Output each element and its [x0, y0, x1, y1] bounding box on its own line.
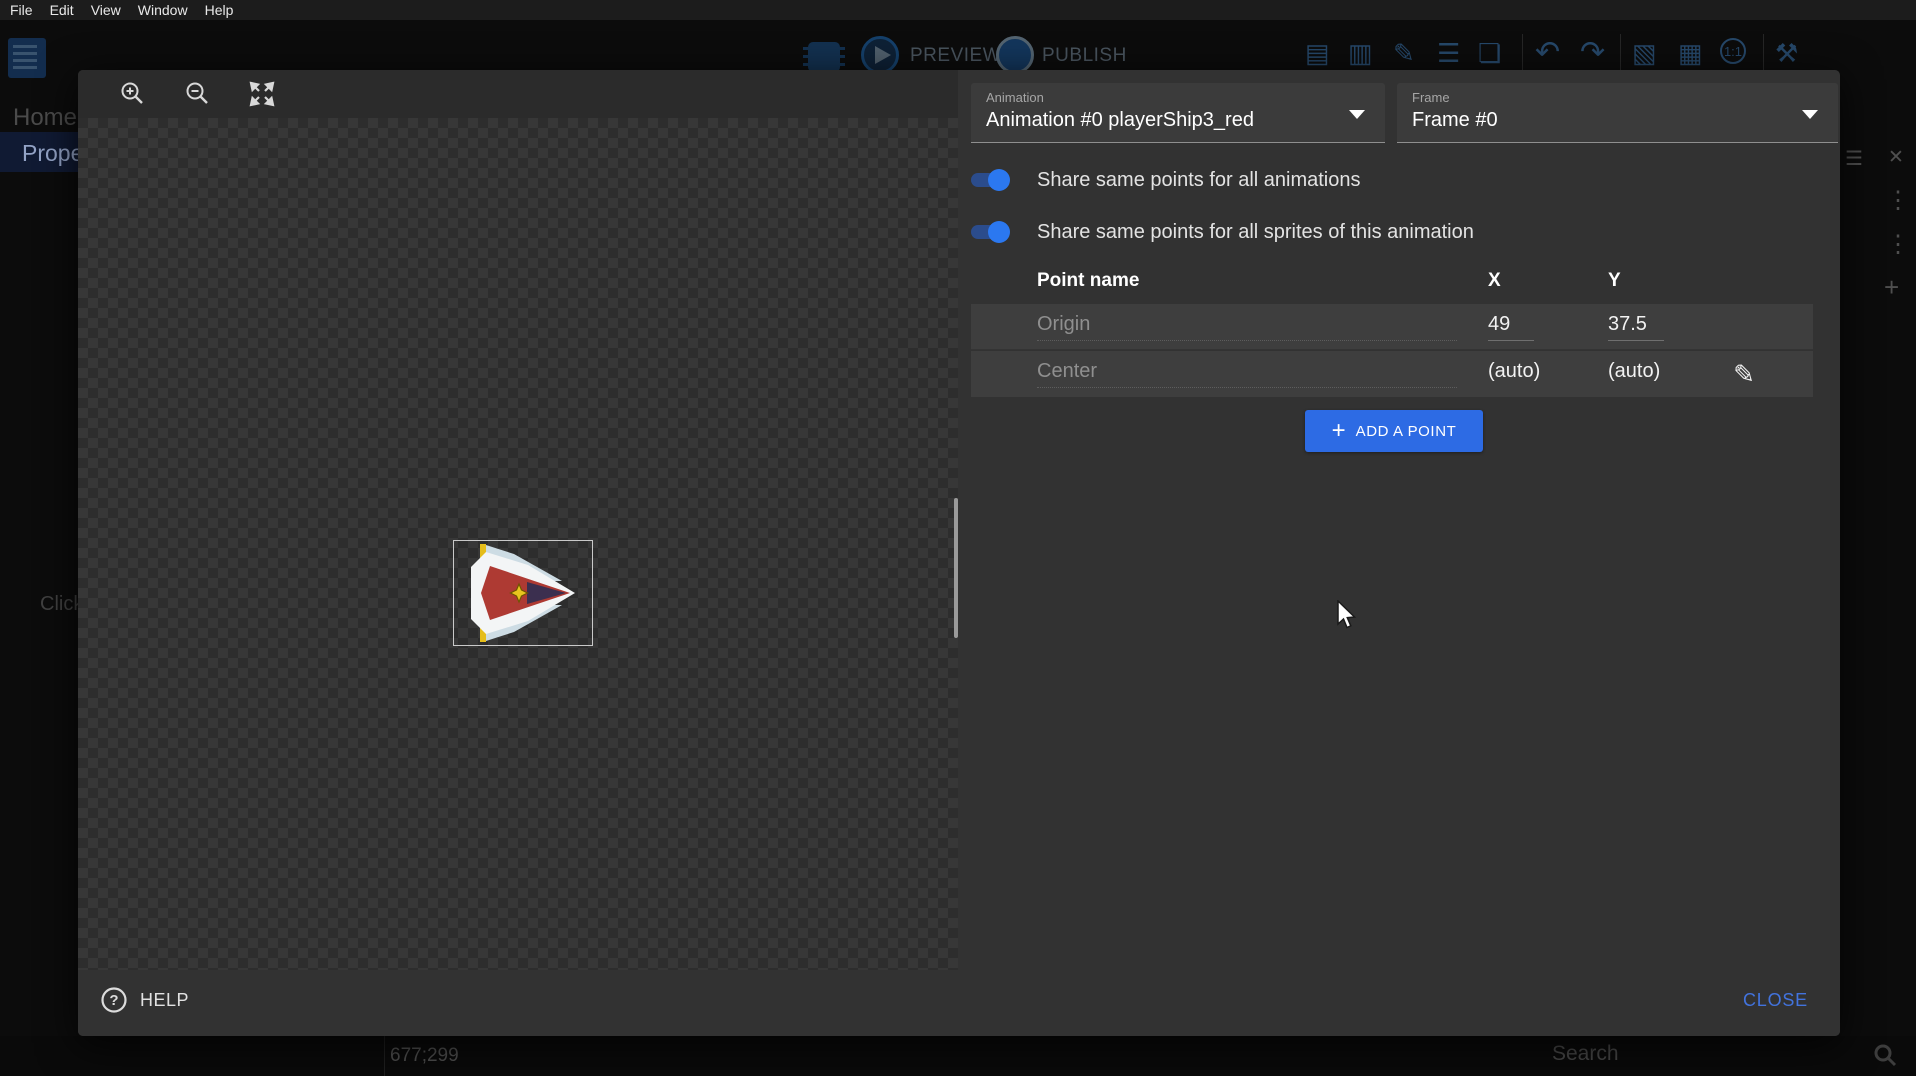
edit-point-pencil-icon[interactable]: ✎: [1729, 359, 1759, 389]
statusbar-divider: [384, 1036, 385, 1076]
close-panel-icon: ✕: [1888, 146, 1904, 169]
share-points-sprites-toggle[interactable]: [971, 225, 1007, 239]
column-y: Y: [1608, 270, 1621, 292]
app-window: File Edit View Window Help Home Proper C…: [0, 0, 1916, 1076]
chevron-down-icon: [1802, 110, 1818, 119]
toolbar-separator: [1620, 34, 1621, 74]
share-points-sprites-row: Share same points for all sprites of thi…: [971, 214, 1474, 250]
layers-icon: ❏: [1478, 38, 1501, 68]
debug-icon: [808, 42, 840, 72]
share-points-animations-row: Share same points for all animations: [971, 162, 1361, 198]
new-object-icon: ▤: [1305, 38, 1330, 68]
wrench-icon: ⚒: [1775, 38, 1798, 68]
animation-select[interactable]: Animation Animation #0 playerShip3_red: [971, 83, 1385, 143]
add-a-point-label: ADD A POINT: [1356, 423, 1457, 440]
player-ship-sprite: [454, 541, 592, 645]
share-points-sprites-label: Share same points for all sprites of thi…: [1037, 221, 1474, 244]
mask-icon: ▧: [1632, 38, 1657, 68]
svg-text:?: ?: [109, 992, 118, 1009]
chevron-down-icon: [1349, 110, 1365, 119]
help-icon: ?: [100, 986, 128, 1014]
menu-view[interactable]: View: [91, 2, 121, 18]
point-x-field: (auto): [1488, 360, 1540, 387]
help-label: HELP: [140, 990, 189, 1011]
frame-select[interactable]: Frame Frame #0: [1397, 83, 1838, 143]
frame-select-label: Frame: [1412, 90, 1450, 105]
point-name-field: Origin: [1037, 313, 1457, 341]
menu-window[interactable]: Window: [138, 2, 188, 18]
more-options-icon: ⋮: [1886, 230, 1910, 259]
preview-button: PREVIEW: [910, 45, 1001, 67]
points-panel: Animation Animation #0 playerShip3_red F…: [958, 70, 1840, 970]
add-object-icon: ▥: [1348, 38, 1373, 68]
toolbar-separator: [1522, 34, 1523, 74]
dialog-bottom-bar: ? HELP CLOSE: [78, 970, 1840, 1036]
cursor-coordinates: 677;299: [390, 1045, 459, 1067]
sprite-selection-box[interactable]: [453, 540, 593, 646]
plus-icon: +: [1332, 420, 1346, 442]
filter-icon: ☰: [1845, 146, 1863, 171]
toggle-knob: [988, 169, 1010, 191]
grid-icon: ▦: [1678, 38, 1703, 68]
edit-object-icon: ✎: [1393, 38, 1415, 68]
canvas-toolbar: [78, 70, 958, 118]
publish-globe-icon: [996, 36, 1034, 74]
toggle-knob: [988, 221, 1010, 243]
share-points-animations-label: Share same points for all animations: [1037, 169, 1361, 192]
column-point-name: Point name: [1037, 270, 1139, 292]
zoom-in-button[interactable]: [118, 80, 146, 108]
add-panel-icon: +: [1884, 272, 1899, 303]
sprite-canvas[interactable]: [78, 118, 958, 970]
menu-edit[interactable]: Edit: [50, 2, 74, 18]
project-manager-icon: [8, 38, 46, 78]
tab-properties: Proper: [0, 132, 78, 172]
zoom-ratio-icon: 1:1: [1720, 38, 1746, 64]
point-y-field: (auto): [1608, 360, 1664, 387]
frame-select-value: Frame #0: [1412, 109, 1498, 132]
fit-to-screen-button[interactable]: [248, 80, 276, 108]
properties-hint-text: Click: [40, 593, 83, 616]
point-x-field[interactable]: 49: [1488, 313, 1534, 341]
instances-list-icon: ☰: [1437, 38, 1460, 68]
add-a-point-button[interactable]: + ADD A POINT: [1305, 410, 1483, 452]
menu-bar: File Edit View Window Help: [0, 0, 1916, 20]
table-row-center[interactable]: Center (auto) (auto) ✎: [971, 351, 1813, 397]
table-row-origin[interactable]: Origin 49 37.5: [971, 304, 1813, 350]
publish-button: PUBLISH: [1042, 45, 1127, 67]
point-name-field: Center: [1037, 360, 1457, 388]
column-x: X: [1488, 270, 1501, 292]
point-y-field[interactable]: 37.5: [1608, 313, 1664, 341]
menu-help[interactable]: Help: [205, 2, 234, 18]
points-table-header: Point name X Y: [971, 270, 1813, 304]
search-input: Search: [1552, 1042, 1619, 1066]
help-button[interactable]: ? HELP: [100, 986, 189, 1014]
status-bar: 677;299 Search: [0, 1036, 1916, 1076]
undo-icon: ↶: [1535, 38, 1560, 68]
preview-play-icon: [861, 36, 899, 74]
animation-select-label: Animation: [986, 90, 1044, 105]
animation-select-value: Animation #0 playerShip3_red: [986, 109, 1254, 132]
edit-points-dialog: Animation Animation #0 playerShip3_red F…: [78, 70, 1840, 1036]
zoom-out-button[interactable]: [183, 80, 211, 108]
menu-file[interactable]: File: [10, 2, 33, 18]
close-button[interactable]: CLOSE: [1743, 990, 1808, 1011]
tab-home: Home: [13, 104, 77, 132]
redo-icon: ↷: [1580, 38, 1605, 68]
more-options-icon: ⋮: [1886, 186, 1910, 215]
share-points-animations-toggle[interactable]: [971, 173, 1007, 187]
search-icon: [1872, 1042, 1898, 1068]
toolbar-separator: [1763, 34, 1764, 74]
